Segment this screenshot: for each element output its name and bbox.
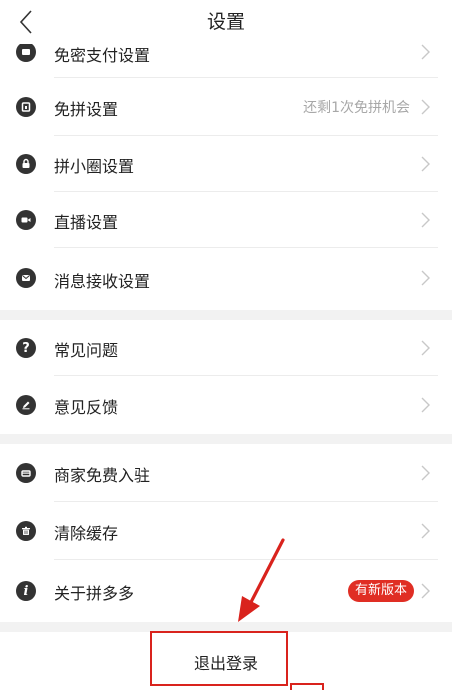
- settings-item-label: 消息接收设置: [54, 272, 151, 291]
- settings-item-label: 意见反馈: [54, 398, 119, 417]
- chevron-right-icon: [421, 397, 430, 413]
- trash-icon: [16, 521, 36, 541]
- page-title: 设置: [206, 11, 245, 33]
- section-separator: [0, 434, 452, 444]
- chevron-right-icon: [421, 44, 430, 60]
- settings-item-message[interactable]: 消息接收设置: [0, 248, 452, 310]
- chevron-right-icon: [421, 523, 430, 539]
- settings-item-clear-cache[interactable]: 清除缓存: [0, 502, 452, 560]
- annotation-arrow-icon: [238, 538, 285, 622]
- settings-item-label: 清除缓存: [54, 524, 119, 543]
- chevron-right-icon: [421, 583, 430, 599]
- settings-item-about[interactable]: i 关于拼多多 有新版本: [0, 560, 452, 622]
- chevron-right-icon: [421, 212, 430, 228]
- wallet-icon: [16, 42, 36, 62]
- section-separator: [0, 310, 452, 320]
- question-icon: ?: [16, 338, 36, 358]
- settings-item-circle[interactable]: 拼小圈设置: [0, 136, 452, 192]
- settings-item-merchant[interactable]: 商家免费入驻: [0, 444, 452, 502]
- settings-item-label: 拼小圈设置: [54, 157, 135, 176]
- settings-item-label: 免密支付设置: [54, 46, 151, 65]
- new-version-badge: 有新版本: [347, 580, 414, 602]
- chevron-right-icon: [421, 156, 430, 172]
- chevron-right-icon: [421, 465, 430, 481]
- edit-icon: [16, 395, 36, 415]
- settings-item-live[interactable]: 直播设置: [0, 192, 452, 248]
- nav-header: 设置: [0, 0, 452, 44]
- settings-item-label: 关于拼多多: [54, 584, 135, 603]
- lock-icon: [16, 154, 36, 174]
- settings-item-label: 免拼设置: [54, 100, 119, 119]
- ticket-icon: [16, 97, 36, 117]
- video-camera-icon: [16, 210, 36, 230]
- settings-item-label: 常见问题: [54, 341, 119, 360]
- settings-item-free-group[interactable]: 免拼设置 还剩1次免拼机会: [0, 78, 452, 136]
- store-icon: [16, 463, 36, 483]
- free-group-count-note: 还剩1次免拼机会: [303, 100, 410, 116]
- chevron-right-icon: [421, 340, 430, 356]
- info-icon: i: [16, 581, 36, 601]
- settings-item-label: 直播设置: [54, 213, 119, 232]
- highlight-box-partial: [290, 683, 324, 690]
- settings-item-feedback[interactable]: 意见反馈: [0, 376, 452, 434]
- settings-item-label: 商家免费入驻: [54, 466, 151, 485]
- mail-icon: [16, 268, 36, 288]
- chevron-right-icon: [421, 99, 430, 115]
- highlight-box: [150, 631, 288, 686]
- settings-item-faq[interactable]: ? 常见问题: [0, 320, 452, 376]
- chevron-right-icon: [421, 270, 430, 286]
